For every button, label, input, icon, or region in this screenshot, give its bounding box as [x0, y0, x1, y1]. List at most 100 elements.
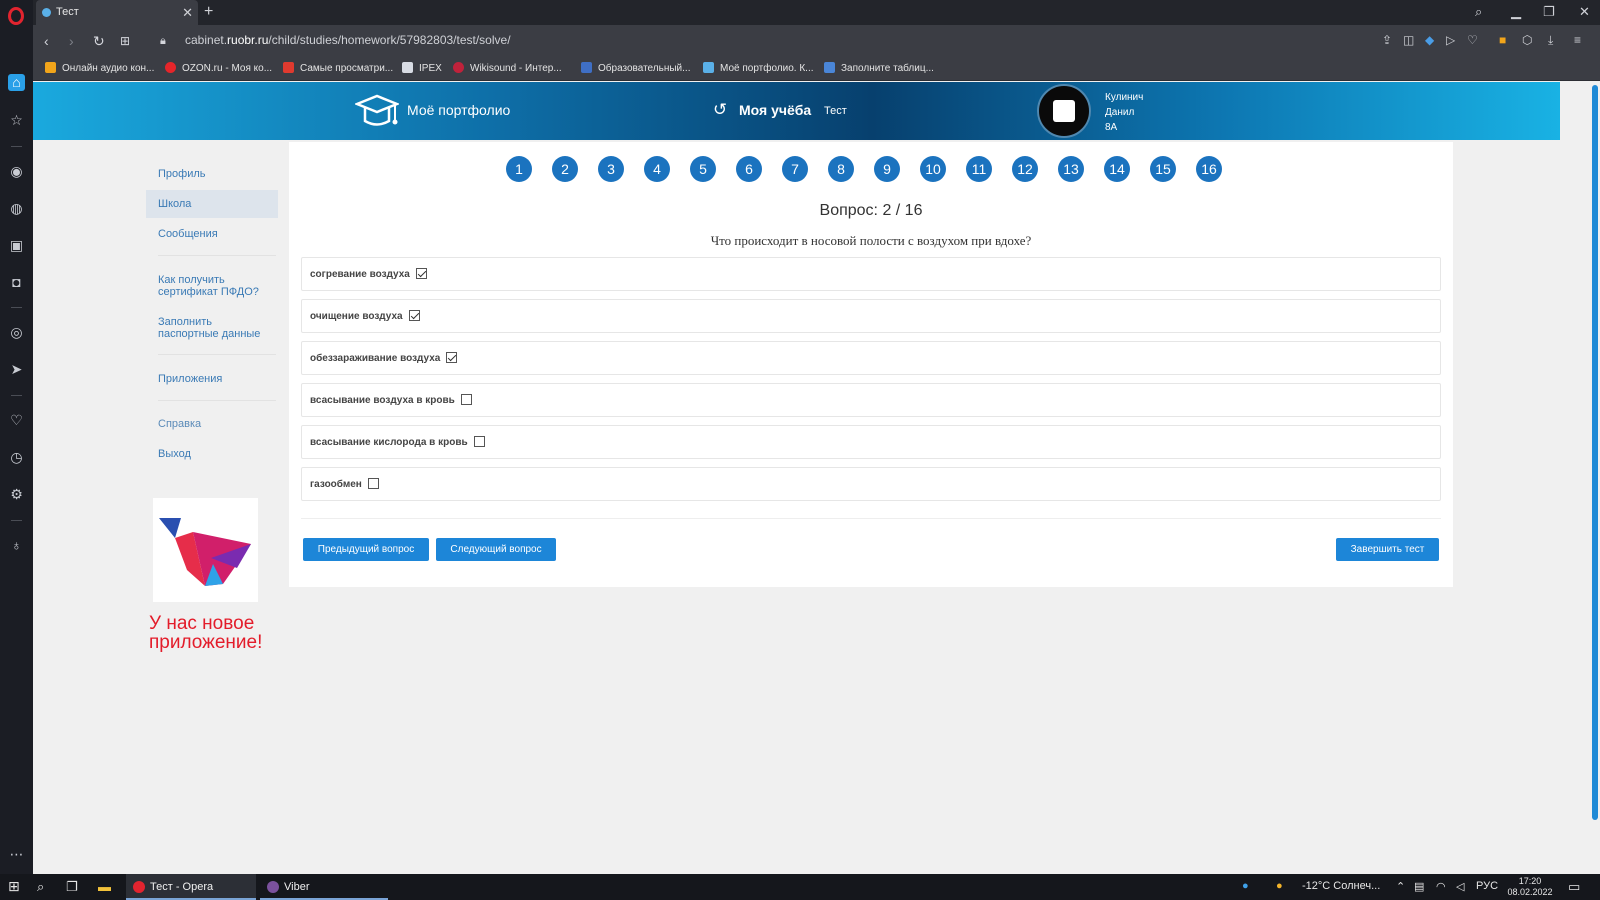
- question-nav-6[interactable]: 6: [736, 156, 762, 182]
- download-icon[interactable]: ⤓: [1548, 33, 1553, 48]
- answer-checkbox[interactable]: [446, 352, 458, 363]
- favorite-icon[interactable]: ♡: [1467, 33, 1478, 47]
- prev-question-button[interactable]: Предыдущий вопрос: [303, 538, 429, 561]
- question-nav-4[interactable]: 4: [644, 156, 670, 182]
- question-nav-1[interactable]: 1: [506, 156, 532, 182]
- url-field[interactable]: cabinet.ruobr.ru/child/studies/homework/…: [185, 33, 511, 47]
- new-tab-button[interactable]: +: [204, 0, 213, 24]
- extension-icon[interactable]: ■: [1499, 33, 1506, 47]
- answer-option[interactable]: очищение воздуха: [301, 299, 1441, 333]
- question-nav-3[interactable]: 3: [598, 156, 624, 182]
- next-question-button[interactable]: Следующий вопрос: [436, 538, 556, 561]
- sidebar-item-profile[interactable]: Профиль: [146, 160, 278, 188]
- answer-option[interactable]: согревание воздуха: [301, 257, 1441, 291]
- share-icon[interactable]: ⇪: [1382, 33, 1392, 47]
- cube-icon[interactable]: ⬡: [1522, 33, 1532, 47]
- settings-icon[interactable]: ⚙: [8, 486, 25, 503]
- tabs-grid-icon[interactable]: ⊞: [120, 32, 130, 50]
- answer-checkbox[interactable]: [473, 436, 485, 447]
- opera-logo-icon[interactable]: [8, 7, 24, 25]
- minimize-icon[interactable]: ▁: [1511, 0, 1521, 24]
- whatsapp-icon[interactable]: ◍: [8, 200, 25, 217]
- question-nav-13[interactable]: 13: [1058, 156, 1084, 182]
- sidebar-item-help[interactable]: Справка: [146, 410, 278, 438]
- answer-option[interactable]: газообмен: [301, 467, 1441, 501]
- answer-checkbox[interactable]: [408, 310, 420, 321]
- heart-icon[interactable]: ♡: [8, 412, 25, 429]
- forward-icon[interactable]: ›: [69, 32, 74, 50]
- search-icon[interactable]: ⌕: [37, 879, 44, 895]
- answer-checkbox[interactable]: [460, 394, 472, 405]
- answer-option[interactable]: обеззараживание воздуха: [301, 341, 1441, 375]
- player-icon[interactable]: ◎: [8, 324, 25, 341]
- restore-icon[interactable]: ❐: [1543, 0, 1555, 24]
- question-nav-11[interactable]: 11: [966, 156, 992, 182]
- answer-option[interactable]: всасывание воздуха в кровь: [301, 383, 1441, 417]
- history-icon[interactable]: ◷: [8, 449, 25, 466]
- bookmarks-icon[interactable]: ☆: [8, 112, 25, 129]
- sidebar-item-school[interactable]: Школа: [146, 190, 278, 218]
- more-icon[interactable]: ⋯: [8, 846, 25, 863]
- sidebar-item-messages[interactable]: Сообщения: [146, 220, 278, 248]
- bookmark-item[interactable]: Образовательный...: [581, 62, 690, 74]
- answer-option[interactable]: всасывание кислорода в кровь: [301, 425, 1441, 459]
- weather-text[interactable]: -12°C Солнеч...: [1302, 880, 1380, 892]
- taskbar-app-viber[interactable]: Viber: [260, 874, 388, 900]
- send-page-icon[interactable]: ▷: [1446, 33, 1455, 47]
- instagram-icon[interactable]: ◘: [8, 274, 25, 291]
- question-nav-8[interactable]: 8: [828, 156, 854, 182]
- study-link[interactable]: Моя учёба: [739, 102, 811, 118]
- taskbar-app-opera[interactable]: Тест - Opera: [126, 874, 256, 900]
- sidebar-item-logout[interactable]: Выход: [146, 440, 278, 468]
- shield-icon[interactable]: ◆: [1425, 33, 1434, 47]
- bookmark-item[interactable]: OZON.ru - Моя ко...: [165, 62, 272, 74]
- page-scrollbar[interactable]: [1592, 85, 1598, 820]
- clock[interactable]: 17:20 08.02.2022: [1505, 876, 1555, 898]
- answer-checkbox[interactable]: [367, 478, 379, 489]
- avatar[interactable]: [1037, 84, 1091, 138]
- help-icon[interactable]: ●: [1242, 880, 1249, 892]
- menu-icon[interactable]: ≡: [1574, 33, 1581, 47]
- bookmark-item[interactable]: Онлайн аудио кон...: [45, 62, 154, 74]
- app-logo[interactable]: [153, 498, 258, 602]
- language-indicator[interactable]: РУС: [1476, 880, 1498, 892]
- notifications-icon[interactable]: ▭: [1568, 879, 1580, 895]
- sidebar-item-apps[interactable]: Приложения: [146, 365, 278, 393]
- send-icon[interactable]: ➤: [8, 361, 25, 378]
- bookmark-item[interactable]: Моё портфолио. К...: [703, 62, 814, 74]
- refresh-icon[interactable]: ↺: [713, 100, 727, 120]
- camera-icon[interactable]: ◫: [1403, 33, 1414, 47]
- question-nav-7[interactable]: 7: [782, 156, 808, 182]
- network-icon[interactable]: ◠: [1436, 880, 1446, 893]
- sidebar-item-passport[interactable]: Заполнить паспортные данные: [146, 314, 278, 342]
- app-promo-text[interactable]: У нас новое приложение!: [149, 614, 289, 652]
- question-nav-5[interactable]: 5: [690, 156, 716, 182]
- close-window-icon[interactable]: ✕: [1579, 0, 1590, 24]
- answer-checkbox[interactable]: [415, 268, 427, 279]
- question-nav-9[interactable]: 9: [874, 156, 900, 182]
- vk-icon[interactable]: ▣: [8, 237, 25, 254]
- bookmark-item[interactable]: Самые просматри...: [283, 62, 393, 74]
- question-nav-15[interactable]: 15: [1150, 156, 1176, 182]
- bookmark-item[interactable]: Заполните таблиц...: [824, 62, 934, 74]
- tray-chevron-icon[interactable]: ⌃: [1396, 880, 1405, 893]
- lightbulb-icon[interactable]: ♁: [8, 537, 25, 554]
- messenger-icon[interactable]: ◉: [8, 163, 25, 180]
- tab-close-icon[interactable]: ✕: [182, 0, 193, 25]
- finish-test-button[interactable]: Завершить тест: [1336, 538, 1439, 561]
- portfolio-link[interactable]: Моё портфолио: [407, 102, 510, 118]
- question-nav-14[interactable]: 14: [1104, 156, 1130, 182]
- bookmark-item[interactable]: Wikisound - Интер...: [453, 62, 562, 74]
- question-nav-16[interactable]: 16: [1196, 156, 1222, 182]
- keyboard-icon[interactable]: ▤: [1414, 880, 1424, 893]
- tab-test[interactable]: Тест ✕: [36, 0, 198, 25]
- task-view-icon[interactable]: ❐: [66, 879, 78, 895]
- question-nav-12[interactable]: 12: [1012, 156, 1038, 182]
- volume-icon[interactable]: ◁: [1456, 880, 1464, 893]
- windows-start-icon[interactable]: ⊞: [8, 878, 20, 895]
- question-nav-2[interactable]: 2: [552, 156, 578, 182]
- bookmark-item[interactable]: IPEX: [402, 62, 442, 74]
- back-icon[interactable]: ‹: [44, 32, 49, 50]
- reload-icon[interactable]: ↻: [93, 32, 105, 50]
- home-icon[interactable]: ⌂: [8, 74, 25, 91]
